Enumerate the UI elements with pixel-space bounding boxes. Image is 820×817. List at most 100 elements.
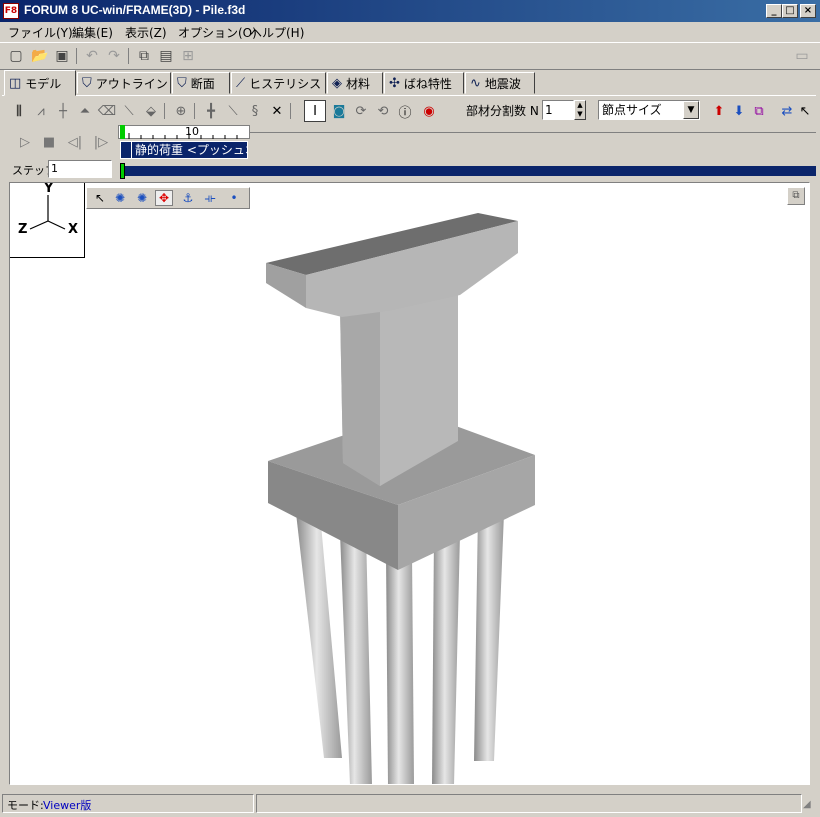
tab-hysteresis[interactable]: ⟋ ヒステリシス — [231, 72, 326, 94]
copy-icon[interactable]: ⧉ — [134, 46, 154, 66]
ruler-line — [250, 132, 816, 133]
new-model-icon[interactable]: ▢ — [6, 46, 26, 66]
cross-member-icon[interactable]: ✕ — [266, 100, 288, 122]
progress-track[interactable] — [120, 166, 816, 176]
division-count-input[interactable]: 1 — [542, 100, 574, 120]
divider — [2, 95, 816, 96]
status-bar: モード: Viewer版 ◢ — [0, 792, 820, 817]
tab-label: ヒステリシス — [249, 76, 322, 91]
maximize-button[interactable]: □ — [782, 4, 798, 18]
status-info-panel — [256, 794, 802, 813]
import-down-icon[interactable]: ⬇ — [728, 100, 750, 122]
calculator-icon[interactable]: ▤ — [156, 46, 176, 66]
progress-thumb[interactable] — [120, 163, 125, 179]
menu-edit[interactable]: 編集(E) — [72, 24, 113, 41]
wave-icon: ∿ — [470, 75, 481, 91]
separator — [290, 103, 291, 119]
tab-label: 材料 — [346, 76, 371, 91]
node-size-select[interactable]: 節点サイズ ▼ — [598, 100, 700, 120]
redo-icon[interactable]: ↷ — [104, 46, 124, 66]
separator — [76, 48, 77, 64]
split-icon[interactable]: ╋ — [200, 100, 222, 122]
load-case-handle[interactable] — [120, 141, 132, 159]
model-toolbar: ⫼ ⩘ ┼ ⏶ ⌫ ⟍ ⬙ ⊕ ╋ ⟍ § ✕ I ◙ ⟳ ⟲ ⓘ ◉ 部材分割… — [4, 98, 816, 124]
member-split-icon[interactable]: ⟍ — [222, 100, 244, 122]
group-icon[interactable]: ⧉ — [748, 100, 770, 122]
outline-icon: ⛉ — [82, 75, 92, 91]
pointer-icon[interactable]: ↖ — [794, 100, 816, 122]
chevron-down-icon[interactable]: ▼ — [683, 101, 699, 119]
spring-icon: ✣ — [389, 75, 400, 91]
tab-label: アウトライン — [95, 76, 168, 91]
tab-label: モデル — [25, 76, 62, 91]
division-spinner[interactable]: ▲ ▼ — [574, 100, 586, 120]
member-icon[interactable]: ⫼ — [8, 100, 30, 122]
app-icon: F8 — [3, 3, 19, 19]
toolbar-options-icon[interactable]: ▭ — [792, 46, 812, 66]
stop-icon[interactable]: ■ — [38, 131, 60, 153]
status-mode-label: モード: — [7, 799, 44, 812]
pin-icon[interactable]: ⬙ — [140, 100, 162, 122]
report-icon[interactable]: ⊞ — [178, 46, 198, 66]
support-icon[interactable]: ⏶ — [74, 100, 96, 122]
separator — [128, 48, 129, 64]
menu-bar: ファイル(Y) 編集(E) 表示(Z) オプション(O) ヘルプ(H) — [0, 22, 820, 41]
status-mode-value: Viewer版 — [43, 799, 92, 812]
step-input[interactable]: 1 — [48, 160, 112, 178]
info-icon[interactable]: ⓘ — [394, 100, 416, 122]
diagonal-member-icon[interactable]: ⟍ — [118, 100, 140, 122]
separator — [194, 103, 195, 119]
main-toolbar: ▢ 📂 ▣ ↶ ↷ ⧉ ▤ ⊞ ▭ — [0, 42, 820, 70]
status-mode-panel: モード: Viewer版 — [2, 794, 254, 813]
tab-label: 地震波 — [484, 76, 521, 91]
step-forward-icon[interactable]: |▷ — [90, 131, 112, 153]
tab-section[interactable]: ⛉ 断面 — [172, 72, 230, 94]
step-back-icon[interactable]: ◁| — [64, 131, 86, 153]
cap-beam — [266, 213, 518, 317]
save-icon[interactable]: ▣ — [52, 46, 72, 66]
i-beam-icon[interactable]: I — [304, 100, 326, 122]
model-icon: ◫ — [9, 75, 22, 91]
delete-icon[interactable]: ⌫ — [96, 100, 118, 122]
undo-icon[interactable]: ↶ — [82, 46, 102, 66]
menu-file[interactable]: ファイル(Y) — [8, 24, 73, 41]
close-button[interactable]: × — [800, 4, 816, 18]
menu-help[interactable]: ヘルプ(H) — [250, 24, 304, 41]
menu-options[interactable]: オプション(O) — [178, 24, 257, 41]
tab-outline[interactable]: ⛉ アウトライン — [77, 72, 171, 94]
node-size-value: 節点サイズ — [602, 103, 662, 117]
hysteresis-icon: ⟋ — [236, 75, 246, 91]
spring-member-icon[interactable]: § — [244, 100, 266, 122]
node-move-icon[interactable]: ⊕ — [170, 100, 192, 122]
load-icon[interactable]: ⩘ — [30, 100, 52, 122]
model-viewport[interactable]: Y Z X ↖ ✺ ✺ ✥ ⚓ ⟛ • ⧉ — [9, 182, 810, 785]
time-marker[interactable] — [120, 125, 125, 139]
tab-seismic-wave[interactable]: ∿ 地震波 — [465, 72, 535, 94]
export-up-icon[interactable]: ⬆ — [708, 100, 730, 122]
time-ruler[interactable]: 10 — [118, 125, 250, 139]
rotate-icon[interactable]: ⟳ — [350, 100, 372, 122]
render-icon[interactable]: ◙ — [328, 100, 350, 122]
tab-label: ばね特性 — [403, 76, 452, 91]
tab-model[interactable]: ◫ モデル — [4, 70, 76, 96]
reset-view-icon[interactable]: ⟲ — [372, 100, 394, 122]
window-title: FORUM 8 UC-win/FRAME(3D) - Pile.f3d — [24, 3, 246, 17]
play-icon[interactable]: ▷ — [14, 131, 36, 153]
menu-view[interactable]: 表示(Z) — [125, 24, 167, 41]
separator — [164, 103, 165, 119]
resize-grip-icon[interactable]: ◢ — [803, 798, 817, 812]
animation-panel: ▷ ■ ◁| |▷ 10 静的荷重 <プッシュオ ステップ 1 — [4, 125, 816, 181]
division-label: 部材分割数 N — [466, 104, 539, 118]
open-folder-icon[interactable]: 📂 — [30, 46, 50, 66]
tab-material[interactable]: ◈ 材料 — [327, 72, 383, 94]
stop-sign-icon[interactable]: ◉ — [418, 100, 440, 122]
material-icon: ◈ — [332, 75, 342, 91]
pier-model-render — [266, 213, 535, 784]
title-bar[interactable]: F8 FORUM 8 UC-win/FRAME(3D) - Pile.f3d _… — [0, 0, 820, 22]
minimize-button[interactable]: _ — [766, 4, 782, 18]
ruler-ticks — [128, 133, 238, 139]
load-case-label[interactable]: 静的荷重 <プッシュオ — [120, 141, 248, 159]
tab-spring[interactable]: ✣ ばね特性 — [384, 72, 464, 94]
node-add-icon[interactable]: ┼ — [52, 100, 74, 122]
section-icon: ⛉ — [177, 75, 187, 91]
